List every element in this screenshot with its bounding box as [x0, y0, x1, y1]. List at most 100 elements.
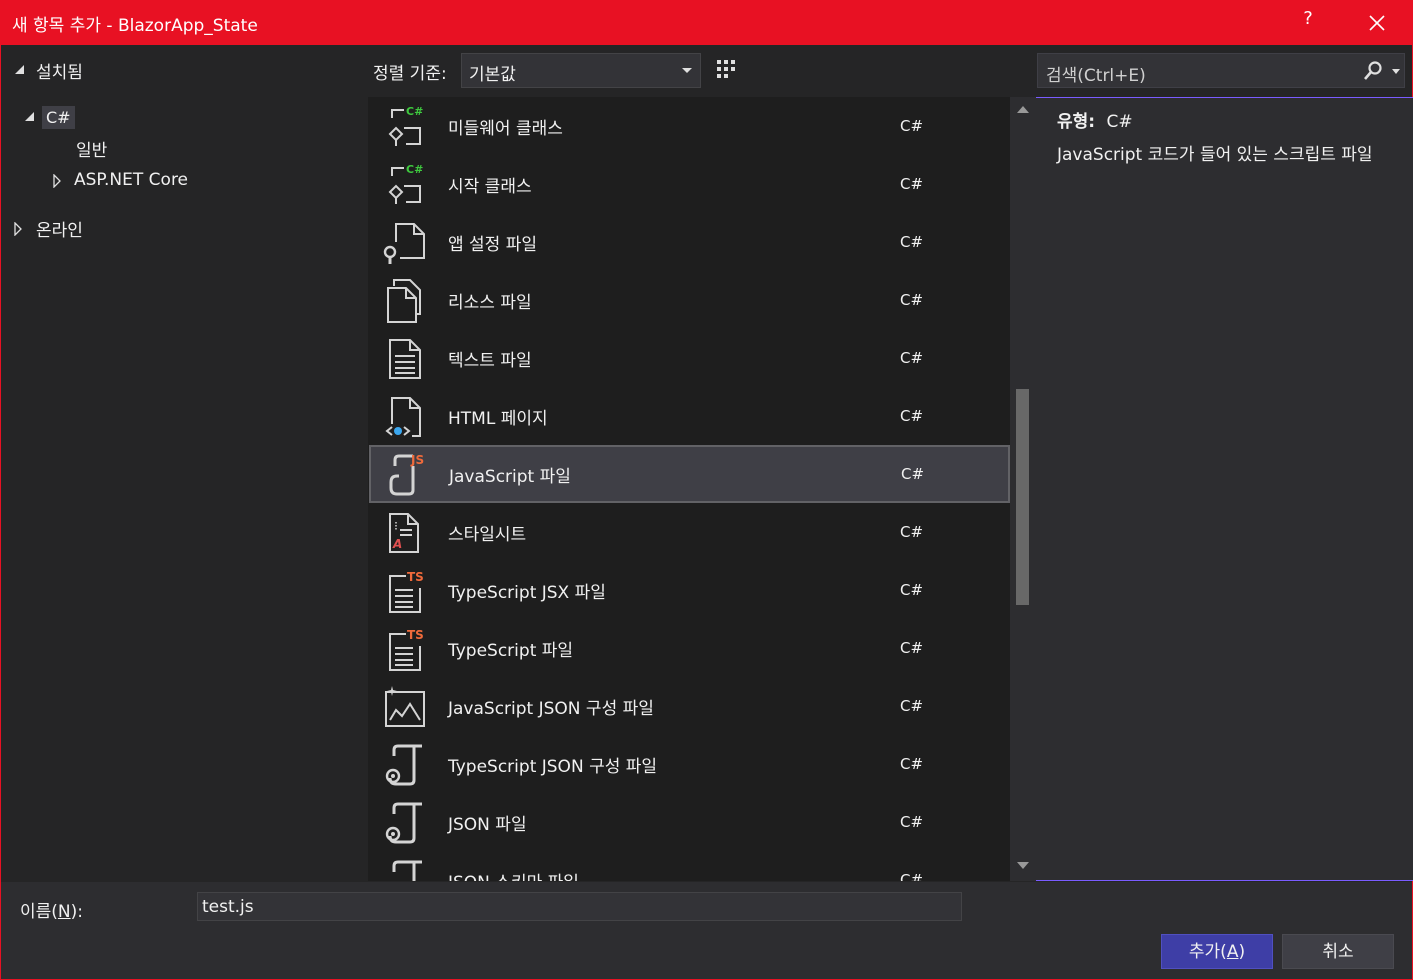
name-label-accesskey: N [57, 902, 71, 922]
item-name: 텍스트 파일 [448, 351, 532, 371]
grid-view-button[interactable] [709, 53, 743, 87]
svg-text:JS: JS [410, 453, 424, 467]
help-button[interactable]: ? [1296, 8, 1320, 36]
item-name: JavaScript JSON 구성 파일 [448, 699, 654, 719]
name-label-prefix: 이름( [20, 902, 58, 922]
tree-item-online[interactable]: 온라인 [13, 214, 83, 242]
sort-label: 정렬 기준: [373, 64, 447, 84]
list-item[interactable]: 텍스트 파일 C# [368, 329, 1010, 387]
list-item[interactable]: TypeScript JSON 구성 파일 C# [368, 735, 1010, 793]
list-scrollbar[interactable] [1010, 97, 1036, 881]
add-label-suffix: ) [1238, 942, 1246, 962]
window-title: 새 항목 추가 - BlazorApp_State [12, 16, 258, 36]
tree-label-general: 일반 [76, 140, 108, 161]
list-item[interactable]: C# 미들웨어 클래스 C# [368, 97, 1010, 155]
item-name: HTML 페이지 [448, 409, 548, 429]
list-item[interactable]: HTML 페이지 C# [368, 387, 1010, 445]
item-name: JSON 파일 [448, 815, 527, 835]
item-language: C# [900, 291, 924, 309]
svg-text:A: A [392, 537, 402, 551]
tree-label-aspnet-core: ASP.NET Core [74, 170, 189, 190]
tree-item-csharp[interactable]: C# [24, 103, 75, 131]
list-item[interactable]: 리소스 파일 C# [368, 271, 1010, 329]
item-language: C# [900, 639, 924, 657]
typescript-jsx-icon: TS [389, 570, 424, 613]
chevron-down-icon [682, 68, 692, 73]
item-name: 앱 설정 파일 [448, 235, 538, 255]
template-list[interactable]: C# 미들웨어 클래스 C# C# 시작 클래스 C# 앱 설정 파일 C# 리… [368, 97, 1036, 881]
item-language: C# [900, 233, 924, 251]
tree-item-general[interactable]: 일반 [76, 134, 107, 162]
tree-label-csharp: C# [42, 105, 75, 129]
item-name: 리소스 파일 [448, 293, 532, 313]
search-icon [1364, 61, 1382, 80]
tree-item-installed[interactable]: 설치됨 [14, 56, 83, 84]
typescript-file-icon: TS [389, 628, 424, 671]
detail-type-label: 유형: [1057, 112, 1096, 132]
list-item-selected[interactable]: JS JavaScript 파일 C# [369, 445, 1010, 503]
expanded-triangle-icon [14, 64, 26, 76]
item-name: 미들웨어 클래스 [448, 119, 563, 139]
expanded-triangle-icon [24, 111, 36, 123]
grid-view-icon [717, 60, 735, 78]
name-input[interactable] [197, 892, 962, 921]
scroll-up-arrow-icon[interactable] [1017, 106, 1029, 113]
list-item[interactable]: JSON 파일 C# [368, 793, 1010, 851]
detail-type: 유형: C# [1057, 107, 1133, 132]
item-language: C# [901, 465, 925, 483]
detail-description: JavaScript 코드가 들어 있는 스크립트 파일 [1057, 145, 1373, 165]
text-file-icon [389, 339, 421, 379]
close-button[interactable] [1362, 8, 1392, 38]
item-name: 스타일시트 [448, 525, 527, 545]
list-item[interactable]: JSON 스키마 파일 C# [368, 851, 1010, 881]
sort-value: 기본값 [469, 65, 516, 85]
stylesheet-icon: A [389, 513, 419, 553]
scroll-down-arrow-icon[interactable] [1017, 862, 1029, 869]
js-json-config-icon [385, 686, 425, 727]
item-language: C# [900, 117, 924, 135]
list-item[interactable]: TS TypeScript 파일 C# [368, 619, 1010, 677]
name-label: 이름(N): [20, 897, 83, 922]
svg-text:TS: TS [407, 570, 424, 584]
tree-item-aspnet-core[interactable]: ASP.NET Core [52, 166, 188, 194]
item-language: C# [900, 407, 924, 425]
scroll-thumb[interactable] [1016, 389, 1029, 605]
search-input[interactable]: 검색(Ctrl+E) [1037, 53, 1405, 88]
svg-text:C#: C# [406, 163, 423, 176]
cancel-button[interactable]: 취소 [1282, 934, 1394, 969]
item-name: TypeScript JSX 파일 [448, 583, 606, 603]
sort-dropdown[interactable]: 기본값 [461, 53, 701, 88]
middleware-class-icon: C# [388, 105, 423, 146]
svg-text:C#: C# [406, 105, 423, 118]
add-button[interactable]: 추가(A) [1161, 934, 1273, 969]
json-file-icon [385, 802, 422, 844]
app-settings-icon [383, 223, 425, 264]
tree-label-online: 온라인 [36, 220, 83, 241]
list-item[interactable]: 앱 설정 파일 C# [368, 213, 1010, 271]
title-bar: 새 항목 추가 - BlazorApp_State ? [0, 0, 1413, 45]
javascript-file-icon: JS [389, 453, 424, 496]
item-name: TypeScript JSON 구성 파일 [448, 757, 658, 777]
svg-text:TS: TS [407, 628, 424, 642]
item-name: TypeScript 파일 [448, 641, 574, 661]
list-item[interactable]: TS TypeScript JSX 파일 C# [368, 561, 1010, 619]
search-placeholder: 검색(Ctrl+E) [1046, 66, 1146, 86]
name-label-suffix: ): [70, 902, 84, 922]
list-item[interactable]: A 스타일시트 C# [368, 503, 1010, 561]
ts-json-config-icon [385, 744, 422, 786]
list-item[interactable]: C# 시작 클래스 C# [368, 155, 1010, 213]
collapsed-triangle-icon [52, 174, 62, 188]
html-page-icon [385, 397, 421, 437]
item-language: C# [900, 581, 924, 599]
startup-class-icon: C# [388, 163, 423, 204]
item-language: C# [900, 755, 924, 773]
list-item[interactable]: JavaScript JSON 구성 파일 C# [368, 677, 1010, 735]
resource-file-icon [387, 279, 421, 323]
item-language: C# [900, 175, 924, 193]
search-options-chevron-icon[interactable] [1392, 69, 1400, 74]
item-language: C# [900, 697, 924, 715]
collapsed-triangle-icon [13, 222, 23, 236]
json-schema-icon [392, 860, 422, 881]
close-icon [1369, 15, 1385, 31]
item-name: JavaScript 파일 [449, 467, 571, 487]
